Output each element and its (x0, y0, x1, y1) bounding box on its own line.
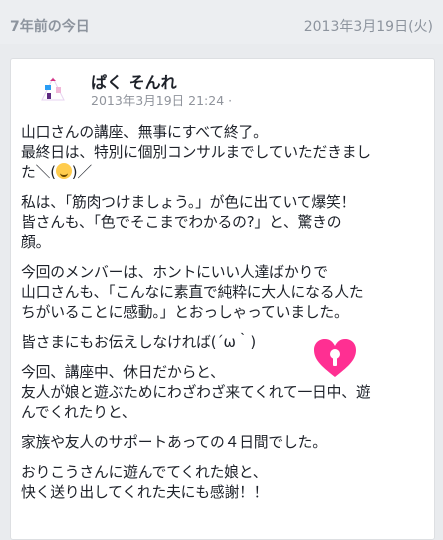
post-line: 山口さんも、「こんなに素直で純粋に大人になる人た (21, 284, 364, 301)
post-line: た＼( )／ (21, 163, 431, 183)
post-paragraph: 山口さんの講座、無事にすべて終了。 最終日は、特別に個別コンサルまでしていただき… (21, 123, 431, 183)
post-line-text: た＼( (21, 164, 56, 181)
post-paragraph: おりこうさんに遊んでてくれた娘と、 快く送り出してくれた夫にも感謝！！ (21, 463, 431, 503)
memory-header: 7年前の今日 2013年3月19日(火) (0, 0, 443, 44)
post-paragraph: 家族や友人のサポートあっての４日間でした。 (21, 433, 431, 453)
post-line: 快く送り出してくれた夫にも感謝！！ (21, 484, 269, 501)
heart-lock-icon (314, 339, 356, 377)
post-line: 山口さんの講座、無事にすべて終了。 (21, 124, 268, 141)
memory-title: 7年前の今日 (10, 19, 90, 35)
post-line: ちがいることに感動。」とおっしゃっていました。 (21, 304, 349, 321)
post-line: 顔。 (21, 234, 51, 251)
post-line: 今回のメンバーは、ホントにいい人達ばかりで (21, 264, 328, 281)
post-line: 今回、講座中、休日だからと、 (21, 364, 225, 381)
post-line: 最終日は、特別に個別コンサルまでしていただきまし (21, 144, 371, 161)
post-card: ぱく そんれ 2013年3月19日 21:24 · 山口さんの講座、無事にすべて… (10, 58, 435, 540)
post-line: 皆さまにもお伝えしなければ(´ω｀) (21, 334, 256, 351)
smile-emoji-icon (55, 163, 72, 179)
post-line: 家族や友人のサポートあっての４日間でした。 (21, 434, 327, 451)
avatar-icon[interactable] (33, 69, 73, 109)
post-body: 山口さんの講座、無事にすべて終了。 最終日は、特別に個別コンサルまでしていただき… (21, 123, 431, 513)
post-line: 友人が娘と遊ぶためにわざわざ来てくれて一日中、遊 (21, 384, 371, 401)
post-timestamp[interactable]: 2013年3月19日 21:24 · (91, 90, 232, 109)
post-line: 私は、「筋肉つけましょう。」が色に出ていて爆笑！ (21, 194, 356, 211)
post-paragraph: 私は、「筋肉つけましょう。」が色に出ていて爆笑！ 皆さんも、「色でそこまでわかる… (21, 193, 431, 253)
memory-date: 2013年3月19日(火) (303, 19, 433, 35)
post-paragraph: 今回のメンバーは、ホントにいい人達ばかりで 山口さんも、「こんなに素直で純粋に大… (21, 263, 431, 323)
post-line-text: )／ (71, 164, 92, 181)
post-paragraph: 皆さまにもお伝えしなければ(´ω｀) (21, 333, 431, 353)
post-paragraph: 今回、講座中、休日だからと、 友人が娘と遊ぶためにわざわざ来てくれて一日中、遊 … (21, 363, 431, 423)
post-line: おりこうさんに遊んでてくれた娘と、 (21, 464, 268, 481)
post-line: んでくれたりと、 (21, 404, 137, 421)
post-line: 皆さんも、「色でそこまでわかるの?」と、驚きの (21, 214, 342, 231)
